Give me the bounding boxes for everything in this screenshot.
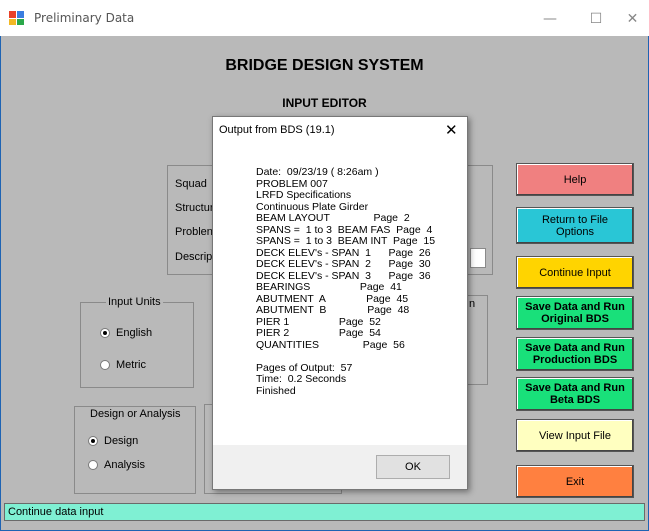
- exit-button[interactable]: Exit: [516, 465, 634, 498]
- description-field[interactable]: [470, 248, 486, 268]
- structure-label: Structur: [175, 202, 214, 214]
- dialog-output-line: BEAM LAYOUT Page 2: [256, 212, 410, 224]
- design-label: Design: [104, 435, 139, 447]
- problem-label: Problen: [175, 226, 213, 238]
- app-heading: BRIDGE DESIGN SYSTEM: [225, 57, 424, 74]
- close-button[interactable]: ✕: [616, 6, 649, 32]
- analysis-radio[interactable]: [88, 460, 98, 470]
- dialog-output-line: BEARINGS Page 41: [256, 281, 402, 293]
- analysis-label: Analysis: [104, 459, 145, 471]
- design-radio[interactable]: [88, 436, 98, 446]
- dialog-output-line: Date: 09/23/19 ( 8:26am ): [256, 166, 379, 178]
- units-english-option[interactable]: English: [100, 327, 152, 339]
- help-button[interactable]: Help: [516, 163, 634, 196]
- analysis-option[interactable]: Analysis: [88, 459, 145, 471]
- dialog-output-line: PIER 2 Page 54: [256, 327, 381, 339]
- squad-label: Squad: [175, 178, 207, 190]
- design-option[interactable]: Design: [88, 435, 138, 447]
- dialog-output-line: DECK ELEV's - SPAN 2 Page 30: [256, 258, 431, 270]
- window-title: Preliminary Data: [34, 11, 135, 25]
- save-original-button[interactable]: Save Data and Run Original BDS: [516, 296, 634, 330]
- output-dialog: Output from BDS (19.1) ✕ Date: 09/23/19 …: [212, 116, 468, 490]
- dialog-output-line: QUANTITIES Page 56: [256, 338, 405, 351]
- dialog-output-line: ABUTMENT B Page 48: [256, 304, 410, 316]
- ok-button[interactable]: OK: [376, 455, 450, 479]
- english-radio[interactable]: [100, 328, 110, 338]
- dialog-close-button[interactable]: ✕: [445, 121, 458, 139]
- continue-input-button[interactable]: Continue Input: [516, 256, 634, 289]
- editor-heading: INPUT EDITOR: [282, 96, 367, 110]
- units-metric-option[interactable]: Metric: [100, 359, 146, 371]
- description-label: Descrip: [175, 251, 213, 263]
- return-to-file-button[interactable]: Return to File Options: [516, 207, 634, 244]
- input-units-label: Input Units: [106, 296, 163, 308]
- save-production-button[interactable]: Save Data and Run Production BDS: [516, 337, 634, 371]
- input-units-group: [80, 302, 194, 388]
- minimize-button[interactable]: —: [530, 6, 570, 32]
- status-bar: Continue data input: [4, 503, 645, 521]
- dialog-output-line: Finished: [256, 384, 296, 397]
- app-icon: [9, 10, 25, 26]
- english-label: English: [116, 327, 153, 339]
- maximize-button[interactable]: ☐: [576, 6, 616, 32]
- view-input-file-button[interactable]: View Input File: [516, 419, 634, 452]
- metric-label: Metric: [116, 359, 146, 371]
- dialog-output-line: LRFD Specifications: [256, 189, 352, 201]
- dialog-title: Output from BDS (19.1): [219, 124, 335, 136]
- options-group-label-fragment: n: [469, 298, 476, 310]
- dialog-output-line: Time: 0.2 Seconds: [256, 373, 347, 385]
- dialog-output-line: [256, 351, 435, 363]
- dialog-output-text: Date: 09/23/19 ( 8:26am ) PROBLEM 007 LRFD…: [256, 166, 436, 397]
- title-bar[interactable]: Preliminary Data — ☐ ✕: [0, 0, 649, 36]
- save-beta-button[interactable]: Save Data and Run Beta BDS: [516, 377, 634, 411]
- design-analysis-label: Design or Analysis: [88, 408, 183, 420]
- metric-radio[interactable]: [100, 360, 110, 370]
- dialog-output-line: SPANS = 1 to 3 BEAM INT Page 15: [256, 235, 436, 247]
